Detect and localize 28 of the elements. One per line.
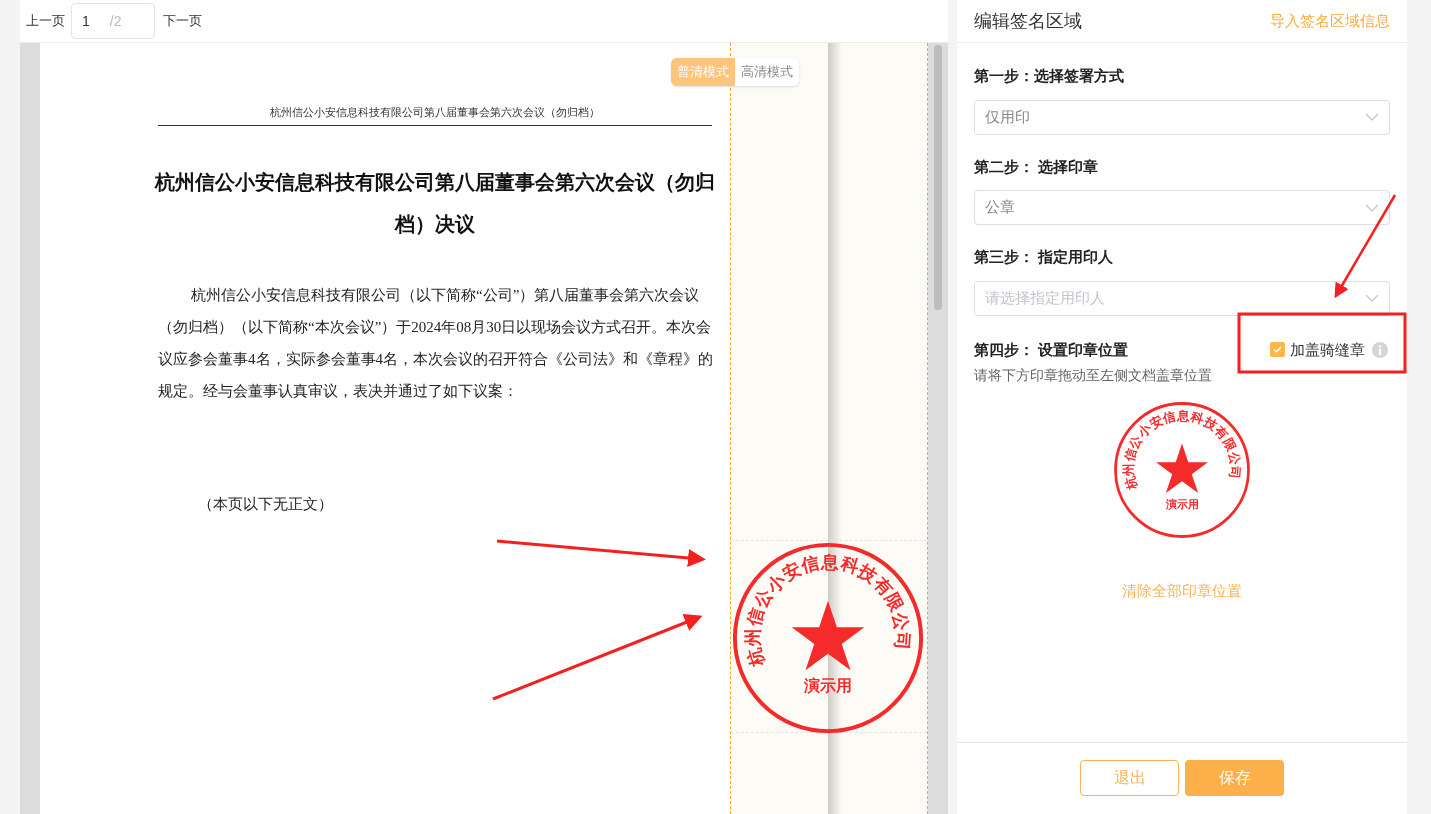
document-body: 杭州信公小安信息科技有限公司（以下简称“公司”）第八届董事会第六次会议（勿归档）（以下简称“本次会议”）于2024年08月30日以现场会议方式召开。本次会议应参会董事4名，实际参会董事4名，本次会议的召开符合《公司法》和《章程》的规定。经与会董事认真审议，表决并通过了如下议案： — [158, 286, 714, 401]
checkbox-label[interactable]: 加盖骑缝章 — [1290, 338, 1365, 361]
company-seal: 杭州信公小安信息科技有限公司 演示用 — [730, 540, 926, 736]
document-title: 杭州信公小安信息科技有限公司第八届董事会第六次会议（勿归档）决议 — [154, 170, 716, 237]
page-header: 杭州信公小安信息科技有限公司第八届董事会第六次会议（勿归档） — [270, 106, 600, 118]
scrollbar-thumb[interactable] — [934, 45, 942, 310]
import-link[interactable]: 导入签名区域信息 — [1270, 9, 1390, 33]
info-icon[interactable] — [1372, 341, 1388, 358]
page-number-field[interactable]: 1 /2 — [71, 3, 155, 39]
chevron-down-icon — [1365, 294, 1379, 302]
checkbox[interactable] — [1270, 342, 1285, 358]
select-field[interactable]: 公章 — [974, 190, 1390, 225]
chevron-down-icon — [1365, 113, 1379, 121]
step-label: 第一步：选择签署方式 — [974, 66, 1125, 86]
hint-text: 请将下方印章拖动至左侧文档盖章位置 — [974, 366, 1213, 385]
mode-tab[interactable]: 高清模式 — [735, 58, 799, 86]
draggable-seal: 杭州信公小安信息科技有限公司 演示用 — [1112, 400, 1252, 540]
exit-button[interactable]: 退出 — [1080, 759, 1179, 796]
next-page-link[interactable]: 下一页 — [163, 11, 202, 31]
panel-title: 编辑签名区域 — [974, 9, 1082, 33]
step-label: 第四步： 设置印章位置 — [974, 339, 1129, 360]
document-note: （本页以下无正文） — [197, 495, 334, 514]
select-field[interactable]: 仅用印 — [974, 99, 1390, 135]
step-label: 第三步： 指定用印人 — [974, 247, 1115, 267]
chevron-down-icon — [1365, 203, 1379, 212]
step-label: 第二步： 选择印章 — [974, 156, 1100, 177]
previous-page-link[interactable]: 上一页 — [26, 11, 65, 31]
check-icon — [1273, 346, 1282, 354]
